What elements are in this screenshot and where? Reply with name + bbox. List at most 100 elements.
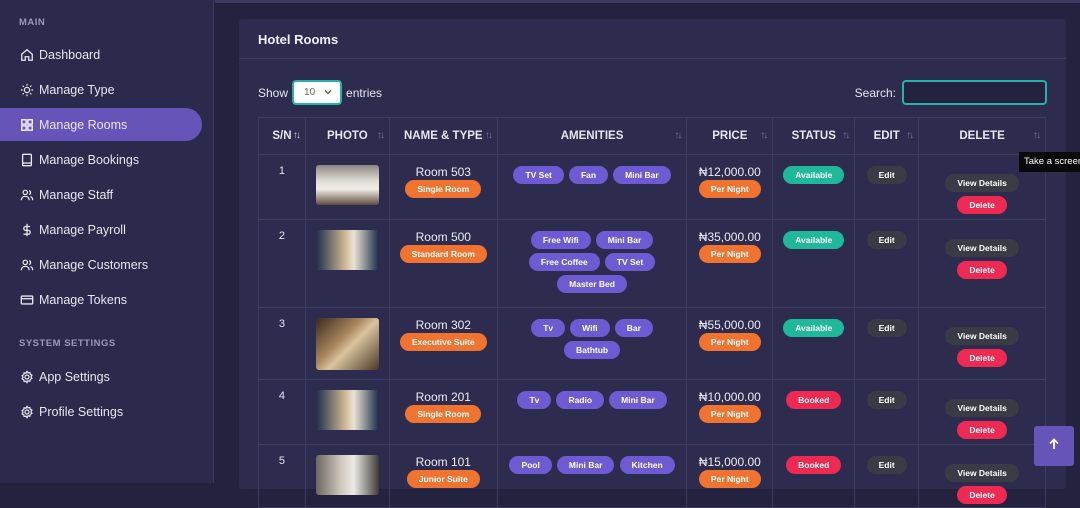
- room-name: Room 201: [415, 390, 471, 404]
- cell-price: ₦55,000.00 Per Night: [686, 307, 774, 380]
- column-header-price[interactable]: PRICE ↑↓: [686, 117, 774, 155]
- cell-price: ₦15,000.00 Per Night: [686, 444, 774, 508]
- section-label-system-settings: SYSTEM SETTINGS: [19, 338, 116, 349]
- delete-button[interactable]: Delete: [957, 421, 1007, 439]
- sidebar-item-profile-settings[interactable]: Profile Settings: [10, 395, 202, 428]
- per-night-badge: Per Night: [698, 405, 761, 423]
- cell-sn: 3: [258, 307, 306, 380]
- delete-button[interactable]: Delete: [957, 196, 1007, 214]
- delete-button[interactable]: Delete: [957, 486, 1007, 504]
- column-header-edit[interactable]: EDIT ↑↓: [854, 117, 920, 155]
- sidebar-item-dashboard[interactable]: Dashboard: [10, 38, 202, 71]
- status-badge: Available: [783, 319, 845, 337]
- table-row: 4 Room 201 Single Room Tv Radio Mini Bar …: [258, 379, 1046, 445]
- column-header-name-type[interactable]: NAME & TYPE ↑↓: [388, 117, 498, 155]
- amenity-badge: Mini Bar: [556, 456, 615, 474]
- rooms-table: S/N ↑↓ PHOTO ↑↓ NAME & TYPE ↑↓ AMENITIES ↑↓ …: [258, 117, 1046, 508]
- edit-button[interactable]: Edit: [866, 456, 907, 474]
- section-label-main: MAIN: [19, 17, 46, 28]
- cell-edit: Edit: [854, 307, 920, 380]
- sidebar-item-manage-tokens[interactable]: Manage Tokens: [10, 283, 202, 316]
- status-badge: Booked: [786, 456, 842, 474]
- room-name: Room 101: [415, 455, 471, 469]
- cell-name-type: Room 101 Junior Suite: [388, 444, 498, 508]
- table-controls: Show 10 entries Search:: [258, 80, 1047, 106]
- cell-amenities: Tv Radio Mini Bar: [496, 379, 688, 445]
- cell-status: Available: [772, 219, 856, 308]
- amenity-badge: Free Coffee: [528, 253, 600, 271]
- price-value: ₦15,000.00: [698, 455, 761, 469]
- sidebar-item-manage-type[interactable]: Manage Type: [10, 73, 202, 106]
- view-details-button[interactable]: View Details: [945, 327, 1019, 345]
- sidebar-item-label: Manage Rooms: [39, 117, 128, 132]
- sidebar-item-app-settings[interactable]: App Settings: [10, 360, 202, 393]
- per-night-badge: Per Night: [698, 245, 761, 263]
- cell-amenities: Tv Wifi Bar Bathtub: [496, 307, 688, 380]
- table-header-row: S/N ↑↓ PHOTO ↑↓ NAME & TYPE ↑↓ AMENITIES ↑↓ …: [258, 117, 1046, 155]
- room-photo: [315, 390, 379, 430]
- amenity-badge: Bathtub: [564, 341, 621, 359]
- column-header-amenities[interactable]: AMENITIES ↑↓: [496, 117, 688, 155]
- header-label: STATUS: [791, 130, 836, 142]
- delete-button[interactable]: Delete: [957, 261, 1007, 279]
- room-type-badge: Single Room: [405, 180, 482, 198]
- cell-photo: [304, 219, 390, 308]
- edit-button[interactable]: Edit: [866, 391, 907, 409]
- header-label: DELETE: [959, 130, 1005, 142]
- amenity-badge: TV Set: [604, 253, 656, 271]
- view-details-button[interactable]: View Details: [945, 174, 1019, 192]
- sidebar-item-manage-staff[interactable]: Manage Staff: [10, 178, 202, 211]
- entries-select[interactable]: 10: [292, 80, 343, 105]
- column-header-sn[interactable]: S/N ↑↓: [258, 117, 306, 155]
- sort-icon: ↑↓: [376, 130, 385, 141]
- header-label: PRICE: [712, 130, 748, 142]
- column-header-delete[interactable]: DELETE ↑↓: [918, 117, 1046, 155]
- sidebar-item-manage-customers[interactable]: Manage Customers: [10, 248, 202, 281]
- edit-button[interactable]: Edit: [866, 319, 907, 337]
- cell-name-type: Room 503 Single Room: [388, 154, 498, 220]
- sidebar-item-manage-bookings[interactable]: Manage Bookings: [10, 143, 202, 176]
- cell-status: Booked: [772, 444, 856, 508]
- delete-button[interactable]: Delete: [957, 349, 1007, 367]
- room-type-badge: Standard Room: [399, 245, 487, 263]
- cell-sn: 4: [258, 379, 306, 445]
- search-control: Search:: [855, 80, 1047, 105]
- chevron-down-icon: [324, 87, 332, 98]
- edit-button[interactable]: Edit: [866, 166, 907, 184]
- sort-icon: ↑↓: [484, 130, 493, 141]
- room-name: Room 500: [415, 230, 471, 244]
- amenity-badge: Mini Bar: [595, 231, 654, 249]
- view-details-button[interactable]: View Details: [945, 464, 1019, 482]
- sidebar-item-label: Manage Bookings: [39, 152, 140, 167]
- amenity-badge: Kitchen: [619, 456, 675, 474]
- scroll-to-top-button[interactable]: [1034, 426, 1074, 466]
- status-badge: Available: [783, 231, 845, 249]
- amenity-badge: Fan: [568, 166, 609, 184]
- cell-delete: View Details Delete: [918, 379, 1046, 445]
- sidebar-item-label: Profile Settings: [39, 404, 124, 419]
- price-value: ₦55,000.00: [698, 318, 761, 332]
- table-row: 5 Room 101 Junior Suite Pool Mini Bar Kit…: [258, 444, 1046, 508]
- sidebar-item-manage-rooms[interactable]: Manage Rooms: [0, 108, 202, 141]
- amenity-badge: Tv: [531, 319, 566, 337]
- search-input[interactable]: [902, 80, 1047, 105]
- header-label: PHOTO: [327, 130, 368, 142]
- cell-amenities: Free Wifi Mini Bar Free Coffee TV Set Mast…: [496, 219, 688, 308]
- view-details-button[interactable]: View Details: [945, 239, 1019, 257]
- sidebar-item-label: Dashboard: [39, 47, 101, 62]
- sidebar-item-manage-payroll[interactable]: Manage Payroll: [10, 213, 202, 246]
- per-night-badge: Per Night: [698, 333, 761, 351]
- cell-photo: [304, 307, 390, 380]
- entries-select-value: 10: [304, 87, 316, 98]
- amenity-badge: Wifi: [570, 319, 610, 337]
- view-details-button[interactable]: View Details: [945, 399, 1019, 417]
- edit-button[interactable]: Edit: [866, 231, 907, 249]
- column-header-photo[interactable]: PHOTO ↑↓: [304, 117, 390, 155]
- amenity-badge: Master Bed: [557, 275, 627, 293]
- amenity-badge: TV Set: [513, 166, 564, 184]
- sidebar-item-label: Manage Customers: [39, 257, 149, 272]
- room-type-badge: Executive Suite: [399, 333, 487, 351]
- column-header-status[interactable]: STATUS ↑↓: [772, 117, 856, 155]
- cell-edit: Edit: [854, 154, 920, 220]
- cell-photo: [304, 379, 390, 445]
